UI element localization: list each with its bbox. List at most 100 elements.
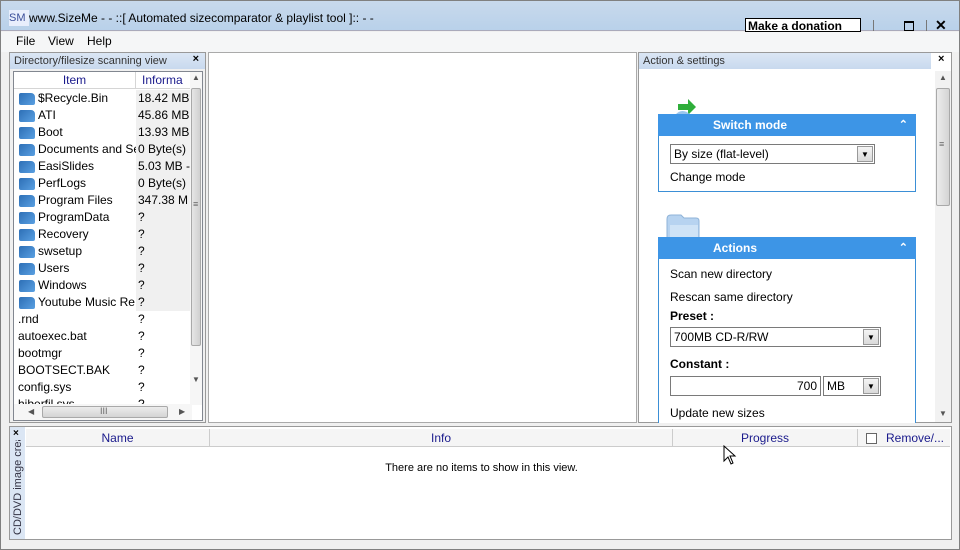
folder-row[interactable]: Youtube Music Re? — [14, 294, 192, 311]
folder-row[interactable]: ProgramData? — [14, 209, 192, 226]
item-name: Windows — [38, 278, 87, 292]
file-row[interactable]: .rnd? — [14, 311, 192, 328]
title-separator — [873, 20, 874, 31]
unit-select-value: MB — [827, 379, 845, 393]
folder-row[interactable]: $Recycle.Bin 18.42 MB — [14, 90, 192, 107]
mouse-cursor-icon — [723, 445, 737, 465]
window-title: www.SizeMe - - ::[ Automated sizecompara… — [29, 11, 374, 25]
folder-row[interactable]: swsetup? — [14, 243, 192, 260]
folder-icon — [19, 297, 35, 309]
app-window: SM www.SizeMe - - ::[ Automated sizecomp… — [0, 0, 960, 550]
folder-row[interactable]: PerfLogs 0 Byte(s) — [14, 175, 192, 192]
dropdown-arrow-icon[interactable]: ▼ — [857, 146, 873, 162]
folder-row[interactable]: Recovery? — [14, 226, 192, 243]
item-name: EasiSlides — [38, 159, 95, 173]
column-info[interactable]: Info — [210, 429, 673, 447]
update-new-sizes-link[interactable]: Update new sizes — [670, 406, 765, 420]
empty-list-message: There are no items to show in this view. — [385, 462, 578, 474]
item-name: bootmgr — [18, 346, 63, 360]
scroll-thumb[interactable]: ≡ — [936, 88, 950, 206]
item-info: ? — [138, 329, 145, 343]
preset-select-value: 700MB CD-R/RW — [674, 330, 769, 344]
item-info: 13.93 MB — [138, 125, 190, 139]
folder-icon — [19, 110, 35, 122]
item-name: autoexec.bat — [18, 329, 87, 343]
collapse-icon[interactable]: ⌃ — [899, 237, 908, 259]
column-remove-label: Remove/... — [886, 431, 945, 445]
group-title: Switch mode — [713, 118, 788, 132]
rescan-same-directory-link[interactable]: Rescan same directory — [670, 290, 793, 304]
item-info: ? — [138, 346, 145, 360]
file-row[interactable]: bootmgr? — [14, 345, 192, 362]
group-header[interactable]: Actions ⌃ — [658, 237, 916, 259]
panel-caption: Directory/filesize scanning view — [10, 53, 205, 69]
scan-new-directory-link[interactable]: Scan new directory — [670, 267, 772, 281]
vertical-scrollbar[interactable]: ▲ ≡ ▼ — [190, 72, 202, 405]
panel-title: CD/DVD image creator — [12, 440, 24, 535]
collapse-icon[interactable]: ⌃ — [899, 114, 908, 136]
folder-icon — [19, 161, 35, 173]
unit-select[interactable]: MB ▼ — [823, 376, 881, 396]
vertical-scrollbar[interactable]: ▲ ≡ ▼ — [935, 71, 951, 422]
folder-row[interactable]: Windows? — [14, 277, 192, 294]
item-info: ? — [138, 295, 145, 309]
preset-select[interactable]: 700MB CD-R/RW ▼ — [670, 327, 881, 347]
maximize-button[interactable] — [904, 21, 914, 31]
file-row[interactable]: autoexec.bat? — [14, 328, 192, 345]
horizontal-scrollbar[interactable]: ◀ III ▶ — [14, 404, 192, 420]
dropdown-arrow-icon[interactable]: ▼ — [863, 329, 879, 345]
item-info: ? — [138, 261, 145, 275]
scroll-up-arrow[interactable]: ▲ — [192, 73, 200, 82]
item-info: 45.86 MB — [138, 108, 190, 122]
mode-select-value: By size (flat-level) — [674, 147, 769, 161]
folder-row[interactable]: Boot 13.93 MB — [14, 124, 192, 141]
actions-group: Actions ⌃ Scan new directory Rescan same… — [658, 237, 916, 423]
menu-view[interactable]: View — [48, 34, 74, 48]
panel-title: Action & settings — [643, 55, 725, 67]
folder-row[interactable]: Program Files 347.38 M — [14, 192, 192, 209]
scroll-left-arrow[interactable]: ◀ — [28, 407, 34, 416]
mode-select[interactable]: By size (flat-level) ▼ — [670, 144, 875, 164]
group-header[interactable]: Switch mode ⌃ — [658, 114, 916, 136]
column-name[interactable]: Name — [26, 429, 210, 447]
constant-input[interactable]: 700 — [670, 376, 821, 396]
column-progress[interactable]: Progress — [673, 429, 858, 447]
column-item[interactable]: Item — [14, 72, 136, 89]
directory-list[interactable]: Item Informa $Recycle.Bin 18.42 MB ATI 45.8… — [13, 71, 203, 421]
folder-row[interactable]: ATI 45.86 MB — [14, 107, 192, 124]
file-row[interactable]: config.sys? — [14, 379, 192, 396]
scroll-down-arrow[interactable]: ▼ — [192, 375, 200, 384]
close-panel-button[interactable]: × — [193, 53, 199, 65]
scroll-right-arrow[interactable]: ▶ — [179, 407, 185, 416]
close-panel-button[interactable]: × — [13, 428, 19, 439]
column-remove[interactable]: Remove/... — [858, 429, 950, 447]
folder-icon — [19, 229, 35, 241]
scroll-thumb[interactable]: ≡ — [191, 88, 201, 346]
item-info: 0 Byte(s) — [138, 142, 187, 156]
column-information[interactable]: Informa — [136, 72, 192, 89]
folder-row[interactable]: Users? — [14, 260, 192, 277]
switch-mode-group: Switch mode ⌃ By size (flat-level) ▼ Cha… — [658, 114, 916, 192]
preset-label: Preset : — [670, 309, 715, 323]
scroll-thumb[interactable]: III — [42, 406, 168, 418]
remove-all-checkbox[interactable] — [866, 433, 877, 444]
dropdown-arrow-icon[interactable]: ▼ — [863, 378, 879, 394]
grip-icon: ≡ — [939, 139, 945, 149]
scroll-down-arrow[interactable]: ▼ — [939, 409, 947, 418]
action-settings-panel: Action & settings × Switch mode ⌃ By siz… — [638, 52, 952, 423]
menu-file[interactable]: File — [16, 34, 35, 48]
file-row[interactable]: BOOTSECT.BAK? — [14, 362, 192, 379]
item-name: BOOTSECT.BAK — [18, 363, 111, 377]
folder-icon — [19, 144, 35, 156]
folder-row[interactable]: Documents and Se 0 Byte(s) — [14, 141, 192, 158]
scroll-up-arrow[interactable]: ▲ — [939, 73, 947, 82]
make-donation-button[interactable]: Make a donation — [745, 18, 861, 32]
item-name: swsetup — [38, 244, 83, 258]
item-info: 0 Byte(s) — [138, 176, 187, 190]
folder-row[interactable]: EasiSlides 5.03 MB - — [14, 158, 192, 175]
menu-help[interactable]: Help — [87, 34, 112, 48]
change-mode-link[interactable]: Change mode — [670, 170, 745, 184]
list-rows: $Recycle.Bin 18.42 MB ATI 45.86 MB Boot 13.93… — [14, 90, 192, 413]
constant-label: Constant : — [670, 357, 730, 371]
close-panel-button[interactable]: × — [938, 53, 944, 65]
